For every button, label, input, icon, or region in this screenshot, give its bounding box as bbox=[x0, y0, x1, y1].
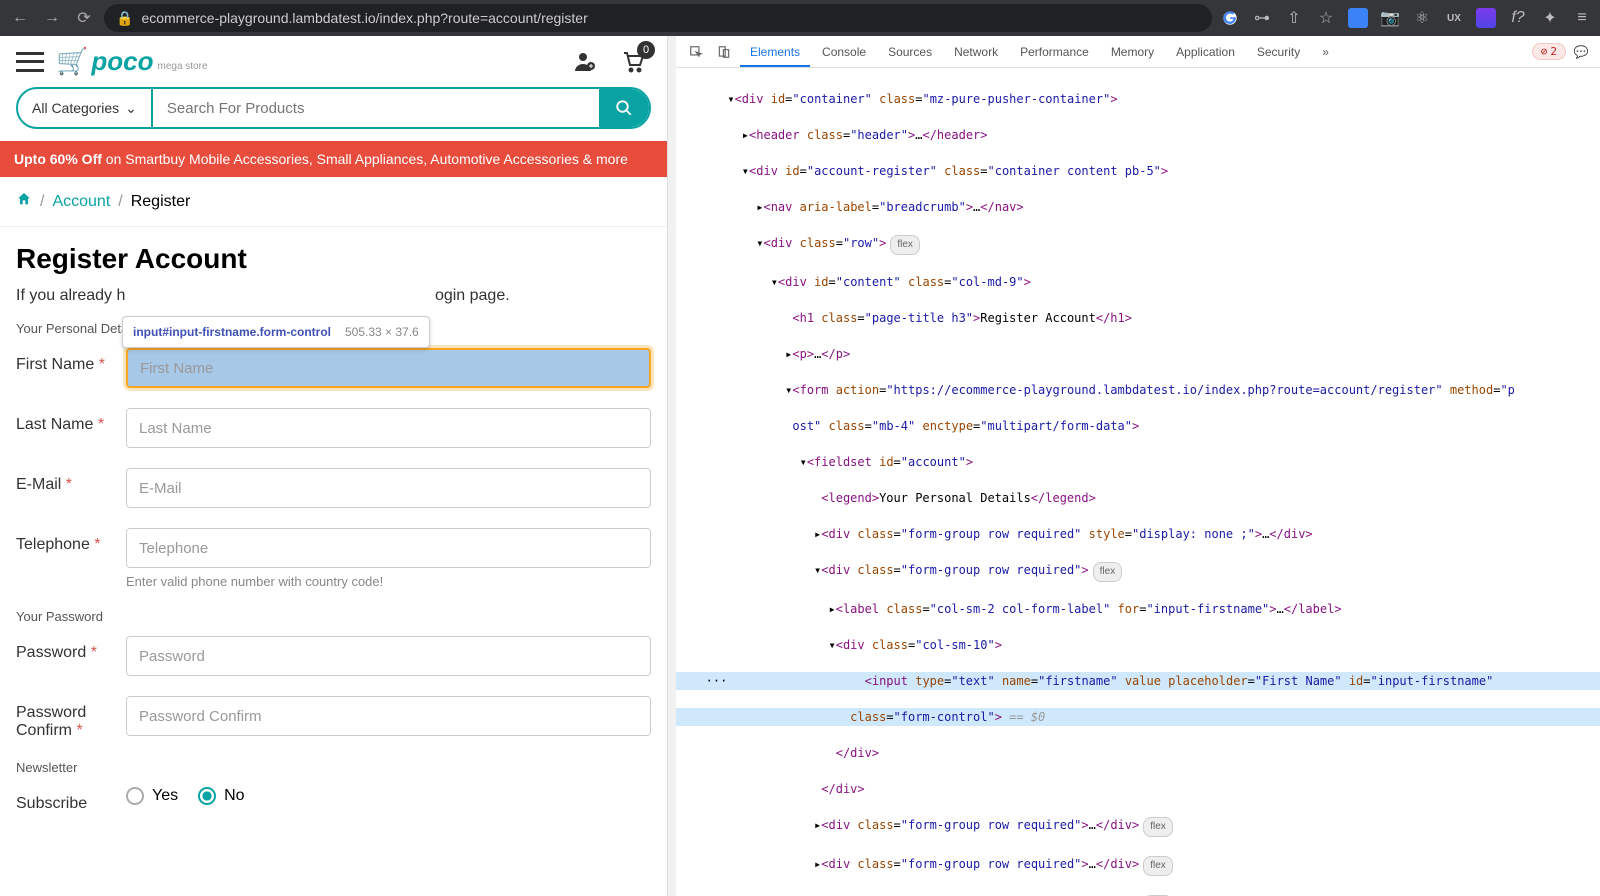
address-bar[interactable]: 🔒 ecommerce-playground.lambdatest.io/ind… bbox=[104, 4, 1212, 32]
browser-toolbar: ← → ⟳ 🔒 ecommerce-playground.lambdatest.… bbox=[0, 0, 1600, 36]
ext-purple-icon[interactable] bbox=[1476, 8, 1496, 28]
extension-icons: ⊶ ⇧ ☆ 📷 ⚛ UX f? ✦ ≡ bbox=[1220, 8, 1592, 28]
tab-more[interactable]: » bbox=[1312, 36, 1339, 67]
key-icon[interactable]: ⊶ bbox=[1252, 8, 1272, 28]
email-label: E-Mail * bbox=[16, 468, 126, 494]
cart-badge: 0 bbox=[637, 41, 655, 59]
site-logo[interactable]: 🛒poco mega store bbox=[56, 46, 208, 77]
ext-blue-icon[interactable] bbox=[1348, 8, 1368, 28]
promo-banner[interactable]: Upto 60% Off on Smartbuy Mobile Accessor… bbox=[0, 141, 667, 177]
tab-application[interactable]: Application bbox=[1166, 36, 1245, 67]
password-label: Password * bbox=[16, 636, 126, 662]
confirm-label: Password Confirm * bbox=[16, 696, 126, 740]
tab-security[interactable]: Security bbox=[1247, 36, 1310, 67]
telephone-input[interactable] bbox=[126, 528, 651, 568]
camera-icon[interactable]: 📷 bbox=[1380, 8, 1400, 28]
search-button[interactable] bbox=[599, 89, 649, 127]
inspect-icon[interactable] bbox=[684, 40, 708, 64]
telephone-hint: Enter valid phone number with country co… bbox=[126, 574, 651, 589]
category-dropdown[interactable]: All Categories ⌄ bbox=[18, 89, 153, 127]
react-icon[interactable]: ⚛ bbox=[1412, 8, 1432, 28]
lock-icon: 🔒 bbox=[116, 10, 133, 27]
tab-sources[interactable]: Sources bbox=[878, 36, 942, 67]
func-icon[interactable]: f? bbox=[1508, 8, 1528, 28]
menu-icon[interactable]: ≡ bbox=[1572, 8, 1592, 28]
google-icon[interactable] bbox=[1220, 8, 1240, 28]
firstname-label: First Name * bbox=[16, 348, 126, 374]
device-toggle-icon[interactable] bbox=[712, 40, 736, 64]
tab-network[interactable]: Network bbox=[944, 36, 1008, 67]
chevron-down-icon: ⌄ bbox=[125, 100, 137, 117]
share-icon[interactable]: ⇧ bbox=[1284, 8, 1304, 28]
page-viewport: 🛒poco mega store 0 All Categories ⌄ bbox=[0, 36, 668, 896]
lastname-input[interactable] bbox=[126, 408, 651, 448]
reload-button[interactable]: ⟳ bbox=[72, 6, 96, 30]
dom-tree[interactable]: ▾<div id="container" class="mz-pure-push… bbox=[676, 68, 1600, 896]
search-input[interactable] bbox=[153, 89, 599, 127]
tab-console[interactable]: Console bbox=[812, 36, 876, 67]
ux-icon[interactable]: UX bbox=[1444, 8, 1464, 28]
forward-button[interactable]: → bbox=[40, 6, 64, 30]
back-button[interactable]: ← bbox=[8, 6, 32, 30]
menu-toggle[interactable] bbox=[16, 52, 44, 72]
page-title: Register Account bbox=[16, 243, 651, 275]
subscribe-label: Subscribe bbox=[16, 787, 126, 813]
scrollbar[interactable] bbox=[668, 36, 676, 896]
devtools-tabs: Elements Console Sources Network Perform… bbox=[740, 36, 1339, 67]
firstname-input[interactable] bbox=[126, 348, 651, 388]
subscribe-no[interactable]: No bbox=[198, 787, 244, 805]
legend-newsletter: Newsletter bbox=[16, 760, 651, 775]
selected-dom-node: ··· <input type="text" name="firstname" … bbox=[676, 672, 1600, 690]
subscribe-yes[interactable]: Yes bbox=[126, 787, 178, 805]
cart-icon[interactable]: 0 bbox=[615, 47, 651, 77]
extensions-icon[interactable]: ✦ bbox=[1540, 8, 1560, 28]
messages-icon[interactable]: 💬 bbox=[1570, 45, 1592, 59]
account-crumb[interactable]: Account bbox=[52, 193, 110, 211]
breadcrumb: / Account / Register bbox=[0, 177, 667, 227]
legend-password: Your Password bbox=[16, 609, 651, 624]
email-input[interactable] bbox=[126, 468, 651, 508]
lastname-label: Last Name * bbox=[16, 408, 126, 434]
error-badge[interactable]: 2 bbox=[1532, 43, 1566, 60]
tab-elements[interactable]: Elements bbox=[740, 36, 810, 67]
element-inspector-tooltip: input#input-firstname.form-control 505.3… bbox=[122, 316, 430, 348]
url-text: ecommerce-playground.lambdatest.io/index… bbox=[141, 10, 587, 26]
tab-memory[interactable]: Memory bbox=[1101, 36, 1164, 67]
star-icon[interactable]: ☆ bbox=[1316, 8, 1336, 28]
register-crumb: Register bbox=[131, 193, 191, 211]
tab-performance[interactable]: Performance bbox=[1010, 36, 1099, 67]
search-box: All Categories ⌄ bbox=[16, 87, 651, 129]
devtools-panel: Elements Console Sources Network Perform… bbox=[676, 36, 1600, 896]
telephone-label: Telephone * bbox=[16, 528, 126, 554]
subtitle-text: If you already have an account with us, … bbox=[16, 287, 651, 305]
account-icon[interactable] bbox=[567, 47, 603, 77]
home-crumb[interactable] bbox=[16, 191, 32, 212]
password-input[interactable] bbox=[126, 636, 651, 676]
confirm-input[interactable] bbox=[126, 696, 651, 736]
